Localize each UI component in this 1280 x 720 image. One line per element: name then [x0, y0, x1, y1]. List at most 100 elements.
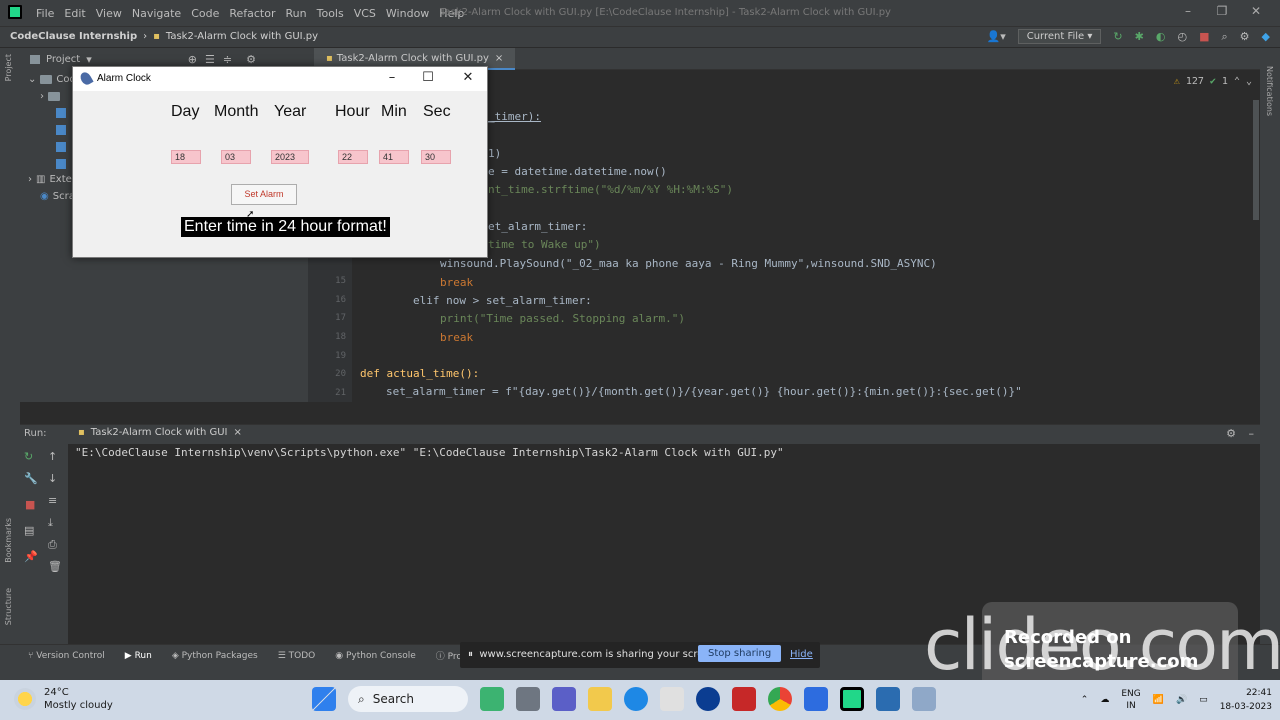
tab-python-console[interactable]: ◉ Python Console — [335, 651, 416, 661]
language-indicator[interactable]: ENG IN — [1121, 688, 1140, 712]
taskbar-search[interactable]: ⌕ Search — [348, 686, 468, 712]
debug-icon[interactable]: ✱ — [1135, 30, 1144, 43]
chevron-up-icon[interactable]: ⌃ — [1234, 76, 1240, 87]
menu-vcs[interactable]: VCS — [354, 7, 376, 20]
collapse-all-icon[interactable]: ☰ — [205, 53, 215, 66]
notepad-icon[interactable] — [876, 687, 900, 711]
set-alarm-button[interactable]: Set Alarm — [231, 184, 297, 205]
bookmarks-tool-tab[interactable]: Bookmarks — [4, 518, 13, 563]
tab-version-control[interactable]: ⑂ Version Control — [28, 651, 105, 661]
gear-icon[interactable]: ⚙ — [1226, 427, 1236, 440]
scrollbar-thumb[interactable] — [1253, 100, 1259, 220]
down-arrow-icon[interactable]: ↓ — [48, 472, 57, 485]
mcafee-icon[interactable] — [732, 687, 756, 711]
tree-root[interactable]: ⌄ Cod — [28, 74, 76, 85]
menu-navigate[interactable]: Navigate — [132, 7, 181, 20]
run-tab[interactable]: ▪ Task2-Alarm Clock with GUI × — [78, 427, 242, 438]
rerun-icon[interactable]: ↻ — [1113, 30, 1122, 43]
trash-icon[interactable]: 🗑 — [48, 560, 62, 573]
layout-icon[interactable]: ▤ — [24, 524, 34, 537]
plugin-icon[interactable]: ◆ — [1262, 30, 1270, 43]
tree-external-libraries[interactable]: › ▥ Exte — [28, 174, 72, 185]
stop-icon[interactable]: ■ — [25, 498, 35, 511]
tree-scratches[interactable]: ◉ Scra — [40, 191, 75, 202]
month-input[interactable]: 03 — [221, 150, 251, 164]
wifi-icon[interactable]: 📶 — [1153, 695, 1164, 705]
menu-window[interactable]: Window — [386, 7, 429, 20]
chevron-down-icon[interactable]: ▾ — [86, 53, 92, 66]
volume-icon[interactable]: 🔊 — [1176, 695, 1187, 705]
close-icon[interactable]: × — [233, 427, 241, 438]
hide-link[interactable]: Hide — [790, 649, 813, 660]
maximize-icon[interactable]: ❐ — [1214, 4, 1230, 20]
tree-folder-venv[interactable]: › — [40, 91, 60, 102]
windows-start-icon[interactable] — [312, 687, 336, 711]
minimize-icon[interactable]: – — [377, 70, 407, 85]
breadcrumb-file[interactable]: Task2-Alarm Clock with GUI.py — [166, 31, 318, 42]
inspection-widget[interactable]: ⚠ 127 ✔ 1 ⌃ ⌄ — [1174, 76, 1252, 87]
user-icon[interactable]: 👤▾ — [987, 30, 1006, 43]
structure-tool-tab[interactable]: Structure — [4, 588, 13, 625]
gear-icon[interactable]: ⚙ — [1240, 30, 1250, 43]
locate-icon[interactable]: ⊕ — [188, 53, 197, 66]
soft-wrap-icon[interactable]: ≡ — [48, 494, 57, 507]
weather-widget[interactable]: 24°C Mostly cloudy — [14, 686, 113, 712]
stop-icon[interactable]: ■ — [1199, 30, 1209, 43]
chevron-up-icon[interactable]: ⌃ — [1081, 695, 1089, 705]
menu-refactor[interactable]: Refactor — [229, 7, 275, 20]
python-file-icon[interactable] — [56, 142, 66, 152]
wrench-icon[interactable]: 🔧 — [24, 472, 38, 485]
python-app-icon[interactable] — [912, 687, 936, 711]
chrome-icon[interactable] — [768, 687, 792, 711]
close-icon[interactable]: × — [495, 53, 503, 64]
stop-sharing-button[interactable]: Stop sharing — [698, 645, 782, 662]
project-panel-title[interactable]: Project — [46, 54, 80, 65]
cloud-icon[interactable]: ☁ — [1100, 695, 1109, 705]
hour-input[interactable]: 22 — [338, 150, 368, 164]
tab-run[interactable]: ▶ Run — [125, 651, 152, 661]
tab-todo[interactable]: ☰ TODO — [278, 651, 316, 661]
print-icon[interactable]: ⎙ — [48, 538, 57, 552]
menu-code[interactable]: Code — [191, 7, 219, 20]
rerun-icon[interactable]: ↻ — [24, 450, 33, 463]
pin-icon[interactable]: 📌 — [24, 550, 38, 563]
puzzle-icon[interactable] — [804, 687, 828, 711]
close-icon[interactable]: ✕ — [453, 70, 483, 85]
battery-icon[interactable]: ▭ — [1199, 695, 1208, 705]
menu-run[interactable]: Run — [286, 7, 307, 20]
day-input[interactable]: 18 — [171, 150, 201, 164]
teams-icon[interactable] — [552, 687, 576, 711]
menu-tools[interactable]: Tools — [317, 7, 344, 20]
menu-edit[interactable]: Edit — [64, 7, 85, 20]
python-file-icon[interactable] — [56, 108, 66, 118]
tab-python-packages[interactable]: ◈ Python Packages — [172, 651, 258, 661]
recycle-icon[interactable] — [480, 687, 504, 711]
expand-icon[interactable]: ≑ — [223, 53, 232, 66]
profile-icon[interactable]: ◴ — [1177, 30, 1187, 43]
project-tool-tab[interactable]: Project — [4, 54, 13, 81]
menu-view[interactable]: View — [96, 7, 122, 20]
edge-icon[interactable] — [624, 687, 648, 711]
search-icon[interactable]: ⌕ — [1221, 30, 1227, 44]
maximize-icon[interactable]: ☐ — [413, 70, 443, 85]
minimize-icon[interactable]: – — [1180, 4, 1196, 20]
run-configuration-select[interactable]: Current File ▾ — [1017, 29, 1102, 44]
file-explorer-icon[interactable] — [588, 687, 612, 711]
breadcrumb-project[interactable]: CodeClause Internship — [10, 31, 137, 42]
minimize-panel-icon[interactable]: – — [1249, 427, 1255, 440]
year-input[interactable]: 2023 — [271, 150, 309, 164]
editor-scrollbar[interactable] — [1252, 70, 1260, 402]
min-input[interactable]: 41 — [379, 150, 409, 164]
up-arrow-icon[interactable]: ↑ — [48, 450, 57, 463]
clock[interactable]: 22:41 18-03-2023 — [1220, 686, 1272, 714]
store-icon[interactable] — [660, 687, 684, 711]
close-icon[interactable]: ✕ — [1248, 4, 1264, 20]
task-view-icon[interactable] — [516, 687, 540, 711]
python-file-icon[interactable] — [56, 125, 66, 135]
scroll-to-end-icon[interactable]: ⤓ — [48, 516, 53, 530]
pycharm-icon[interactable] — [840, 687, 864, 711]
panel-gear-icon[interactable]: ⚙ — [246, 53, 256, 66]
menu-file[interactable]: File — [36, 7, 54, 20]
sec-input[interactable]: 30 — [421, 150, 451, 164]
coverage-icon[interactable]: ◐ — [1156, 30, 1166, 43]
